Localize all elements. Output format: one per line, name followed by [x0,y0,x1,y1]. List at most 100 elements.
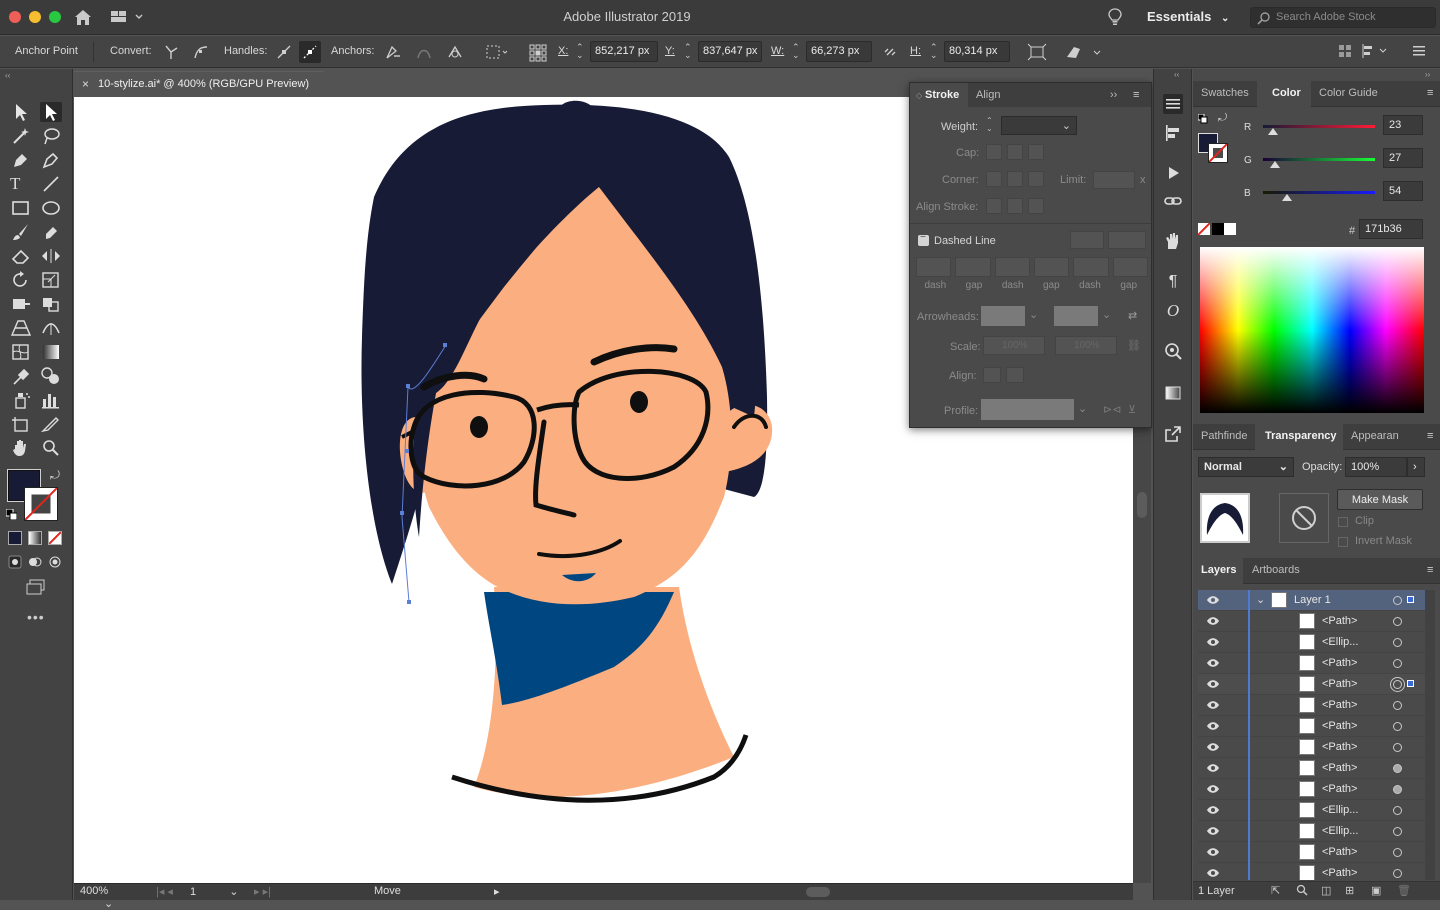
isolate-icon[interactable] [1027,43,1047,61]
eye-icon[interactable] [1206,804,1220,816]
none-mode-icon[interactable] [48,531,62,545]
b-slider-thumb[interactable] [1282,194,1292,201]
mask-thumbnail[interactable] [1279,493,1329,543]
locate-object-icon[interactable] [1296,884,1308,896]
dash-input[interactable] [916,257,952,277]
layer-item-row[interactable]: <Ellip... [1198,800,1431,821]
shape-builder-tool-icon[interactable] [40,294,62,314]
line-tool-icon[interactable] [40,174,62,194]
target-icon[interactable] [1393,869,1402,878]
paragraph-icon[interactable]: ¶ [1163,273,1183,293]
arrow-place-icon[interactable] [1006,367,1024,383]
end-arrowhead-select[interactable] [1054,306,1098,326]
layer-item-row[interactable]: <Path> [1198,695,1431,716]
panel-menu-icon[interactable]: ≡ [1427,87,1433,99]
eye-icon[interactable] [1206,720,1220,732]
workspace-switcher[interactable]: Essentials ⌄ [1147,9,1229,24]
navigator-icon[interactable] [1163,341,1183,361]
align-panel-icon[interactable] [1163,123,1183,143]
target-icon[interactable] [1393,680,1402,689]
eye-icon[interactable] [1206,846,1220,858]
arrow-extend-icon[interactable] [983,367,1001,383]
selection-indicator[interactable] [1407,680,1414,687]
hex-input[interactable]: 171b36 [1359,219,1423,239]
pen-tool-icon[interactable] [10,150,32,170]
new-sublayer-icon[interactable]: ⊞ [1345,884,1354,897]
panel-menu-icon[interactable]: ≡ [1427,430,1433,442]
eye-icon[interactable] [1206,825,1220,837]
lasso-tool-icon[interactable] [40,126,62,146]
tab-stroke[interactable]: Stroke [925,89,959,101]
layer-row[interactable]: ⌄ Layer 1 [1198,590,1431,611]
layer-item-row[interactable]: <Path> [1198,716,1431,737]
r-input[interactable]: 23 [1383,115,1423,135]
weight-stepper-icon[interactable]: ⌃ ⌄ [986,117,993,133]
color-stroke-swatch[interactable] [1208,143,1228,163]
close-document-icon[interactable]: × [82,77,89,91]
bevel-join-icon[interactable] [1028,171,1044,187]
convert-to-corner-icon[interactable] [162,43,180,61]
align-icon[interactable] [485,43,508,61]
chevron-down-icon[interactable]: ⌄ [1256,593,1265,606]
target-icon[interactable] [1393,701,1402,710]
round-join-icon[interactable] [1007,171,1023,187]
arrange-panel-icon[interactable] [1362,43,1387,61]
selection-tool-icon[interactable] [10,102,32,122]
layer-item-row[interactable]: <Path> [1198,653,1431,674]
target-icon[interactable] [1393,743,1402,752]
w-input[interactable]: 66,273 px [806,41,872,62]
tab-pathfinder[interactable]: Pathfinde [1201,430,1247,442]
tab-transparency[interactable]: Transparency [1265,430,1337,442]
reference-point-icon[interactable] [528,43,547,62]
zoom-tool-icon[interactable] [40,438,62,458]
target-icon[interactable] [1393,659,1402,668]
layer-item-row[interactable]: <Path> [1198,758,1431,779]
collapse-dock-icon[interactable]: ‹‹ [1174,70,1179,79]
profile-select[interactable] [981,399,1074,420]
y-input[interactable]: 837,647 px [698,41,762,62]
layer-item-row[interactable]: <Ellip... [1198,632,1431,653]
flip-along-icon[interactable]: ⊳⊲ [1103,403,1121,416]
w-stepper-icon[interactable]: ⌃ ⌄ [792,43,800,60]
r-slider-thumb[interactable] [1268,128,1278,135]
convert-to-smooth-icon[interactable] [192,43,210,61]
opacity-arrow-icon[interactable]: › [1407,457,1425,477]
swap-arrowheads-icon[interactable]: ⇄ [1128,309,1137,322]
eye-icon[interactable] [1206,699,1220,711]
type-tool-icon[interactable]: T [10,174,32,194]
target-icon[interactable] [1393,848,1402,857]
eye-icon[interactable] [1206,594,1220,606]
tab-color[interactable]: Color [1272,87,1301,99]
default-colors-icon[interactable] [1198,114,1208,124]
blend-mode-select[interactable]: Normal ⌄ [1198,457,1294,477]
export-layer-icon[interactable]: ⇱ [1271,884,1280,897]
curvature-tool-icon[interactable] [40,150,62,170]
align-inside-icon[interactable] [1007,198,1023,214]
export-icon[interactable] [1163,424,1183,444]
weight-input[interactable]: ⌄ [1001,116,1077,135]
color-mode-icon[interactable] [8,531,22,545]
none-color-icon[interactable] [1198,223,1210,235]
artboard-tool-icon[interactable] [10,414,32,434]
rectangle-tool-icon[interactable] [10,198,32,218]
direct-selection-tool-icon[interactable] [40,102,62,122]
b-slider-track[interactable] [1263,191,1375,194]
dashed-line-checkbox[interactable]: − [918,232,929,246]
align-outside-icon[interactable] [1028,198,1044,214]
lightbulb-icon[interactable] [1108,8,1122,26]
rotate-tool-icon[interactable] [10,270,32,290]
layer-item-row[interactable]: <Path> [1198,674,1431,695]
color-spectrum[interactable] [1200,247,1424,413]
invert-mask-checkbox[interactable] [1338,537,1348,547]
draw-normal-icon[interactable] [8,555,22,569]
eye-icon[interactable] [1206,615,1220,627]
blend-tool-icon[interactable] [40,366,62,386]
tab-layers[interactable]: Layers [1201,564,1236,576]
butt-cap-icon[interactable] [986,144,1002,160]
draw-behind-icon[interactable] [28,555,42,569]
dash-input[interactable] [994,257,1030,277]
width-tool-icon[interactable] [40,246,62,266]
tab-artboards[interactable]: Artboards [1252,564,1300,576]
eyedropper-tool-icon[interactable] [10,366,32,386]
delete-layer-icon[interactable]: 🗑 [1397,884,1411,897]
